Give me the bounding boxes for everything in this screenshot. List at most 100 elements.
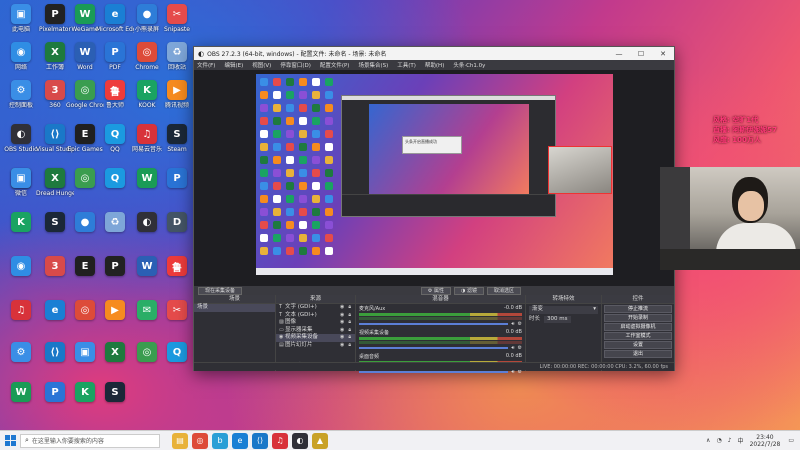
control-button[interactable]: 启动虚拟摄像机 (604, 323, 672, 331)
desktop-icon[interactable]: W Word (68, 42, 102, 84)
desktop-icon[interactable]: K KOOK (130, 80, 164, 122)
start-button[interactable] (0, 435, 20, 446)
transition-select[interactable]: 渐变 ▾ (529, 306, 598, 314)
volume-slider[interactable] (359, 323, 509, 325)
control-button[interactable]: 工作室模式 (604, 332, 672, 340)
desktop-icon[interactable]: ✂ Snipaste (160, 4, 194, 46)
desktop-icon[interactable]: X (98, 342, 132, 384)
menu-tools[interactable]: 工具(T) (397, 61, 416, 69)
menu-plugin[interactable]: 头条·Ch1.0y (453, 61, 485, 69)
bilibili-icon[interactable]: b (212, 432, 228, 449)
eye-icon[interactable]: ◉ (340, 304, 344, 312)
deselect-button[interactable]: 取消选区 (486, 286, 521, 295)
desktop-icon[interactable]: ♻ 回收站 (160, 42, 194, 84)
volume-icon[interactable]: ♪ (728, 437, 732, 444)
desktop-icon[interactable]: ● (68, 212, 102, 254)
lock-icon[interactable]: 🔒︎ (348, 312, 351, 320)
menu-file[interactable]: 文件(F) (197, 61, 215, 69)
desktop-icon[interactable]: ✂ (160, 300, 194, 342)
chevron-up-icon[interactable]: ∧ (706, 437, 710, 444)
menu-edit[interactable]: 编辑(E) (224, 61, 243, 69)
game-icon[interactable]: ▲ (312, 432, 328, 449)
network-icon[interactable]: ◔ (716, 437, 721, 444)
desktop-icon[interactable]: ◉ 网络 (4, 42, 38, 84)
taskbar-clock[interactable]: 23:40 2022/7/28 (750, 434, 781, 448)
menu-view[interactable]: 视图(V) (252, 61, 271, 69)
desktop-icon[interactable]: ◎ (68, 300, 102, 342)
desktop-icon[interactable]: ✉ (130, 300, 164, 342)
duration-input[interactable]: 300 ms (544, 315, 571, 323)
obs-preview[interactable]: 头条开启直播成功 (194, 70, 674, 286)
desktop-icon[interactable]: ◎Google Chrome (66, 80, 104, 122)
maximize-icon[interactable]: ☐ (630, 50, 652, 58)
desktop-icon[interactable]: P Pixelmator (38, 4, 72, 46)
menu-profile[interactable]: 配置文件(P) (320, 61, 350, 69)
desktop-icon[interactable]: 鲁 (160, 256, 194, 298)
minimize-icon[interactable]: — (608, 50, 630, 58)
desktop-icon[interactable]: 3 360 (38, 80, 72, 122)
filters-button[interactable]: ◑ 滤镜 (454, 286, 484, 295)
desktop-icon[interactable]: ◎ Chrome (130, 42, 164, 84)
desktop-icon[interactable]: ♻ (98, 212, 132, 254)
speaker-icon[interactable]: 🔊︎ (511, 321, 514, 327)
desktop-icon[interactable]: e (38, 300, 72, 342)
desktop-icon[interactable]: ♫ 网易云音乐 (130, 124, 164, 166)
lock-icon[interactable]: 🔒︎ (348, 304, 351, 312)
menu-help[interactable]: 帮助(H) (425, 61, 444, 69)
eye-icon[interactable]: ◉ (340, 312, 344, 320)
lock-icon[interactable]: 🔒︎ (348, 334, 351, 342)
desktop-icon[interactable]: X (38, 168, 72, 210)
source-item[interactable]: ▨ 图像 ◉ 🔒︎ (276, 319, 355, 327)
webcam-source-outline[interactable] (548, 146, 612, 194)
desktop-icon[interactable]: ⚙ (4, 342, 38, 384)
desktop-icon[interactable]: P (98, 256, 132, 298)
control-button[interactable]: 开始录制 (604, 314, 672, 322)
menu-scene-collection[interactable]: 场景集合(S) (358, 61, 388, 69)
obs-window[interactable]: ◐ OBS 27.2.3 (64-bit, windows) - 配置文件: 未… (193, 46, 675, 375)
source-item[interactable]: T 文字 (GDI+) ◉ 🔒︎ (276, 304, 355, 312)
desktop-icon[interactable]: ◐ (130, 212, 164, 254)
notification-icon[interactable]: ▭ (788, 437, 794, 444)
obs-titlebar[interactable]: ◐ OBS 27.2.3 (64-bit, windows) - 配置文件: 未… (194, 47, 674, 60)
desktop-icon[interactable]: K (68, 382, 102, 424)
desktop-icon[interactable]: ▣ (4, 168, 38, 210)
eye-icon[interactable]: ◉ (340, 319, 344, 327)
desktop-icon[interactable]: ▣ 此电脑 (4, 4, 38, 46)
desktop-icon[interactable]: ⟨⟩Visual Studio Code (36, 124, 74, 166)
volume-slider[interactable] (359, 371, 509, 373)
desktop-icon[interactable]: X 工作簿 (38, 42, 72, 84)
desktop-icon[interactable]: P (38, 382, 72, 424)
gear-icon[interactable]: ⚙ (518, 345, 522, 351)
control-button[interactable]: 退出 (604, 350, 672, 358)
desktop-icon[interactable]: eMicrosoft Edge (96, 4, 134, 46)
desktop-icon[interactable]: ▣ (68, 342, 102, 384)
lock-icon[interactable]: 🔒︎ (348, 342, 351, 350)
taskbar-search[interactable]: ⌕ 在这里输入你要搜索的内容 (20, 433, 160, 448)
desktop-icon[interactable]: 鲁鲁大师 (98, 80, 132, 122)
source-item[interactable]: ▭ 显示器采集 ◉ 🔒︎ (276, 327, 355, 335)
control-button[interactable]: 停止推流 (604, 305, 672, 313)
vscode-icon[interactable]: ⟨⟩ (252, 432, 268, 449)
eye-icon[interactable]: ◉ (340, 327, 344, 335)
desktop-icon[interactable]: E Epic Games (67, 124, 103, 166)
edge-icon[interactable]: e (232, 432, 248, 449)
netease-music-icon[interactable]: ♫ (272, 432, 288, 449)
control-button[interactable]: 设置 (604, 341, 672, 349)
gear-icon[interactable]: ⚙ (518, 321, 522, 327)
desktop-icon[interactable]: ♫ (4, 300, 38, 342)
desktop-icon[interactable]: ▶ (98, 300, 132, 342)
desktop-icon[interactable]: W (130, 168, 164, 210)
desktop-icon[interactable]: ◎ (68, 168, 102, 210)
desktop-icon[interactable]: ◐ OBS Studio (4, 124, 38, 166)
desktop-icon[interactable]: Q (98, 168, 132, 210)
lock-icon[interactable]: 🔒︎ (348, 327, 351, 335)
desktop-icon[interactable]: S (98, 382, 132, 424)
close-icon[interactable]: ✕ (652, 50, 674, 58)
desktop-icon[interactable]: ● 小熊录屏 (130, 4, 164, 46)
desktop-icon[interactable]: D (160, 212, 194, 254)
folder-icon[interactable]: ▤ (172, 432, 188, 449)
preview-canvas[interactable]: 头条开启直播成功 (256, 74, 613, 275)
desktop-icon[interactable]: W (4, 382, 38, 424)
desktop-icon[interactable]: P PDF (98, 42, 132, 84)
ime-icon[interactable]: 中 (738, 436, 744, 445)
